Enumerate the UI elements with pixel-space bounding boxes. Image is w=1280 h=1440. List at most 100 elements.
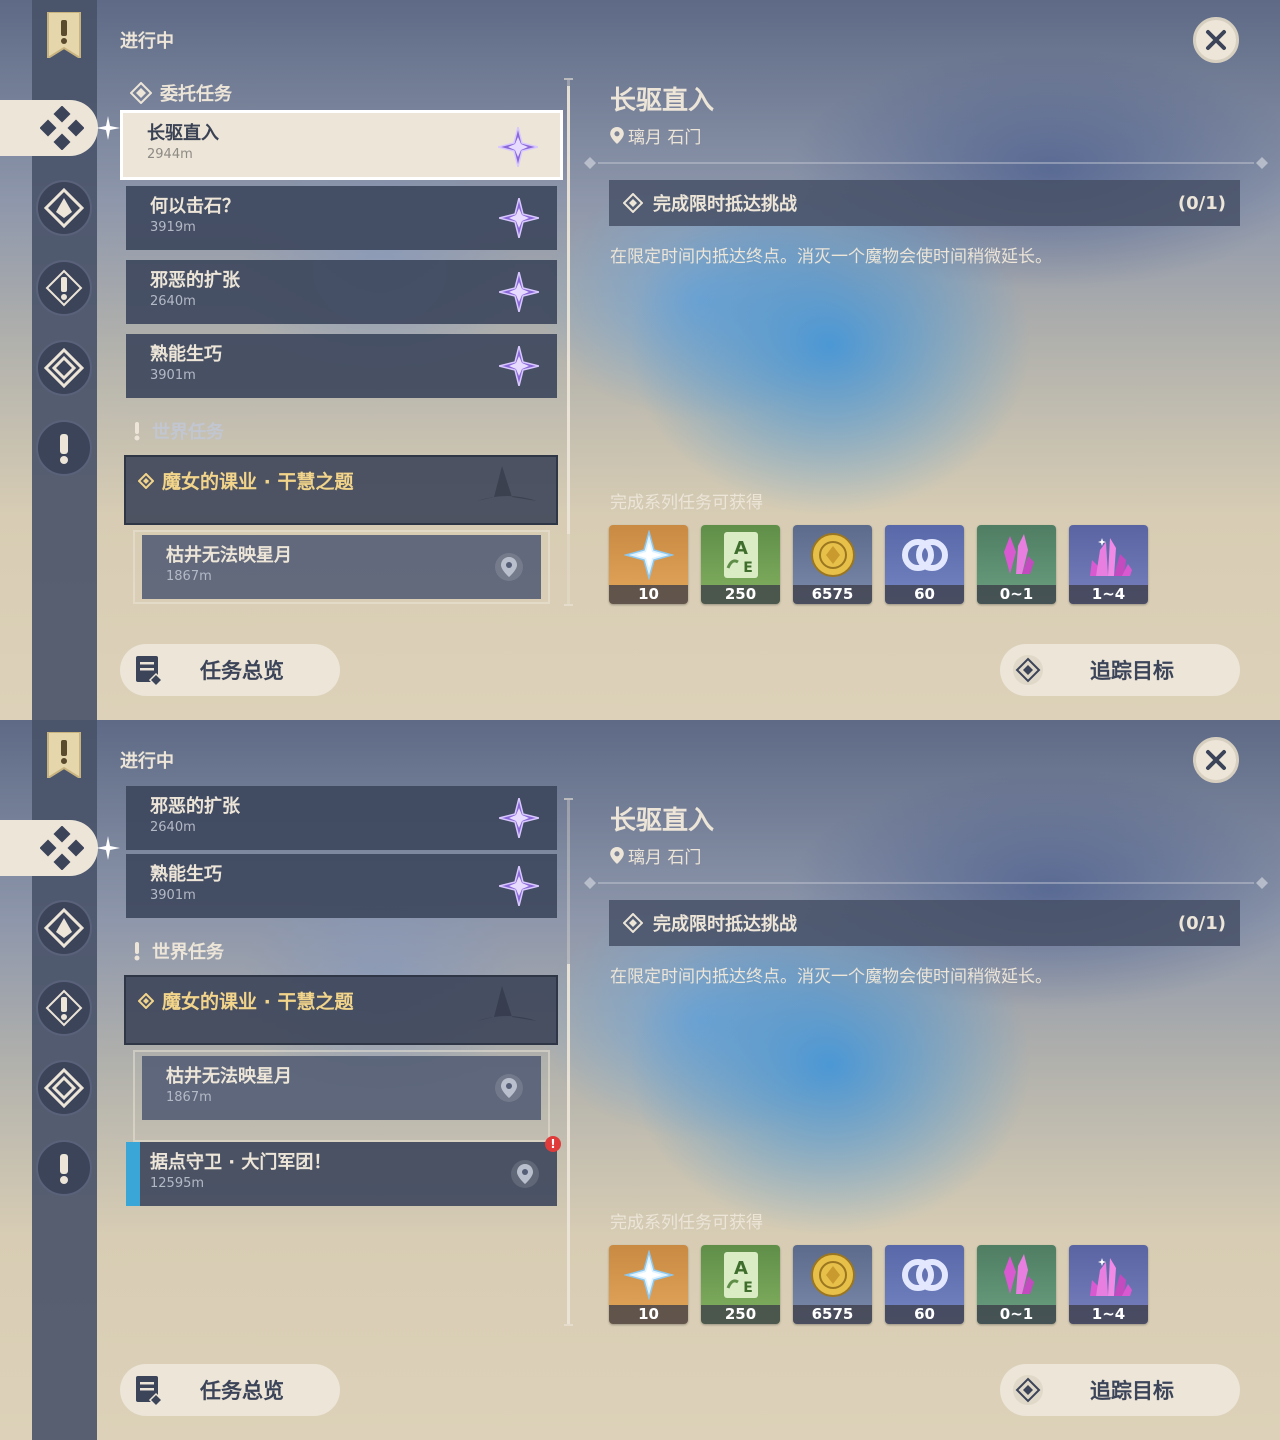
quest-item-selected[interactable]: 长驱直入 2944m xyxy=(120,110,563,180)
witch-hat-icon xyxy=(477,466,537,501)
tab-event-quests[interactable] xyxy=(36,1140,92,1196)
svg-text:E: E xyxy=(743,1280,753,1296)
svg-text:A: A xyxy=(734,1258,748,1279)
objective-progress: (0/1) xyxy=(1177,192,1226,214)
sub-quest-item[interactable]: 枯井无法映星月 1867m xyxy=(142,535,541,599)
sparkle-icon xyxy=(96,836,120,860)
world-quest-group[interactable]: 魔女的课业 · 干慧之题 xyxy=(124,975,558,1045)
objective-text: 完成限时抵达挑战 xyxy=(653,914,797,935)
reward-item[interactable]: 10 xyxy=(609,1245,688,1324)
rewards-row: 10 AE 250 6575 60 0~1 1~4 xyxy=(609,525,1148,604)
quest-overview-button[interactable]: 任务总览 xyxy=(120,644,340,696)
track-target-button[interactable]: 追踪目标 xyxy=(1000,1364,1240,1416)
friendship-exp-icon xyxy=(901,539,948,571)
track-diamond-icon xyxy=(1013,1375,1043,1405)
quest-distance: 3901m xyxy=(150,368,196,383)
objective-description: 在限定时间内抵达终点。消灭一个魔物会使时间稍微延长。 xyxy=(610,247,1052,267)
quest-item[interactable]: 何以击石？ 3919m xyxy=(126,186,557,250)
quest-item[interactable]: 邪恶的扩张 2640m xyxy=(126,260,557,324)
reward-item[interactable]: 0~1 xyxy=(977,525,1056,604)
commission-star-icon xyxy=(499,798,539,838)
scrollbar-cap xyxy=(564,1324,573,1326)
quest-banner-icon xyxy=(47,732,81,778)
quest-name: 何以击石？ xyxy=(150,196,240,217)
world-quest-title: 魔女的课业 · 干慧之题 xyxy=(162,991,354,1013)
location-pin-button[interactable] xyxy=(495,553,523,581)
rewards-row: 10 AE 250 6575 60 0~1 1~4 xyxy=(609,1245,1148,1324)
reward-count: 6575 xyxy=(793,1305,872,1324)
quest-name: 熟能生巧 xyxy=(150,864,222,885)
tab-archon-quests[interactable] xyxy=(36,900,92,956)
tab-world-quests[interactable] xyxy=(36,340,92,396)
reward-count: 10 xyxy=(609,585,688,604)
mora-icon xyxy=(810,533,855,577)
close-icon xyxy=(1206,30,1226,50)
reward-count: 1~4 xyxy=(1069,585,1148,604)
reward-count: 60 xyxy=(885,585,964,604)
world-quest-group[interactable]: 魔女的课业 · 干慧之题 xyxy=(124,455,558,525)
reward-item[interactable]: 60 xyxy=(885,525,964,604)
track-target-button[interactable]: 追踪目标 xyxy=(1000,644,1240,696)
sub-quest-name: 枯井无法映星月 xyxy=(166,545,292,566)
objective-bar: 完成限时抵达挑战 (0/1) xyxy=(609,180,1240,226)
section-header: 进行中 xyxy=(120,31,174,52)
quest-distance: 12595m xyxy=(150,1176,205,1191)
quest-overview-label: 任务总览 xyxy=(200,659,284,683)
reward-item[interactable]: 10 xyxy=(609,525,688,604)
quest-distance: 3919m xyxy=(150,220,196,235)
primogem-icon xyxy=(623,530,674,580)
reward-item[interactable]: 6575 xyxy=(793,1245,872,1324)
quest-overview-label: 任务总览 xyxy=(200,1379,284,1403)
location-pin-button[interactable] xyxy=(495,1074,523,1102)
friendship-exp-icon xyxy=(901,1259,948,1291)
commission-section-label: 委托任务 xyxy=(130,80,232,106)
reward-item[interactable]: AE 250 xyxy=(701,525,780,604)
tab-story-quests[interactable] xyxy=(36,260,92,316)
tab-commissions[interactable] xyxy=(0,100,98,156)
sub-quest-item[interactable]: 枯井无法映星月 1867m xyxy=(142,1056,541,1120)
quest-item[interactable]: 邪恶的扩张 2640m xyxy=(126,786,557,850)
tab-world-quests[interactable] xyxy=(36,1060,92,1116)
reward-count: 0~1 xyxy=(977,1305,1056,1324)
close-button[interactable] xyxy=(1193,17,1239,63)
svg-text:E: E xyxy=(743,560,753,576)
reward-item[interactable]: 1~4 xyxy=(1069,525,1148,604)
adventure-exp-icon: AE xyxy=(723,1252,758,1298)
quest-banner-icon xyxy=(47,12,81,58)
tab-event-quests[interactable] xyxy=(36,420,92,476)
world-section-label: 世界任务 xyxy=(130,418,224,444)
reward-item[interactable]: 1~4 xyxy=(1069,1245,1148,1324)
scrollbar-thumb[interactable] xyxy=(567,86,570,534)
location-pin-button[interactable] xyxy=(511,1160,539,1188)
reward-item[interactable]: AE 250 xyxy=(701,1245,780,1324)
mora-icon xyxy=(810,1253,855,1297)
alert-badge: ! xyxy=(545,1136,561,1152)
quest-overview-button[interactable]: 任务总览 xyxy=(120,1364,340,1416)
crystal-large-icon xyxy=(1089,1258,1132,1296)
reward-item[interactable]: 60 xyxy=(885,1245,964,1324)
quest-distance: 2640m xyxy=(150,820,196,835)
reward-item[interactable]: 6575 xyxy=(793,525,872,604)
quest-name: 据点守卫 · 大门军团！ xyxy=(150,1152,332,1173)
tab-archon-quests[interactable] xyxy=(36,180,92,236)
quest-item[interactable]: 熟能生巧 3901m xyxy=(126,334,557,398)
scrollbar-thumb[interactable] xyxy=(567,964,570,1324)
primogem-icon xyxy=(623,1250,674,1300)
quest-item-tracked[interactable]: 据点守卫 · 大门军团！ 12595m ! xyxy=(126,1136,561,1206)
sub-quest-name: 枯井无法映星月 xyxy=(166,1066,292,1087)
world-quest-diamond-icon xyxy=(138,472,154,489)
world-section-title: 世界任务 xyxy=(152,422,224,443)
quest-book-icon xyxy=(136,656,164,686)
exclamation-icon xyxy=(60,1154,68,1184)
detail-title: 长驱直入 xyxy=(610,806,715,836)
reward-count: 250 xyxy=(701,585,780,604)
close-button[interactable] xyxy=(1193,737,1239,783)
reward-item[interactable]: 0~1 xyxy=(977,1245,1056,1324)
quest-item[interactable]: 熟能生巧 3901m xyxy=(126,854,557,918)
tab-story-quests[interactable] xyxy=(36,980,92,1036)
reward-count: 0~1 xyxy=(977,585,1056,604)
location-pin-icon xyxy=(501,557,517,577)
track-target-label: 追踪目标 xyxy=(1090,659,1174,683)
tab-commissions[interactable] xyxy=(0,820,98,876)
sub-quest-distance: 1867m xyxy=(166,569,212,584)
